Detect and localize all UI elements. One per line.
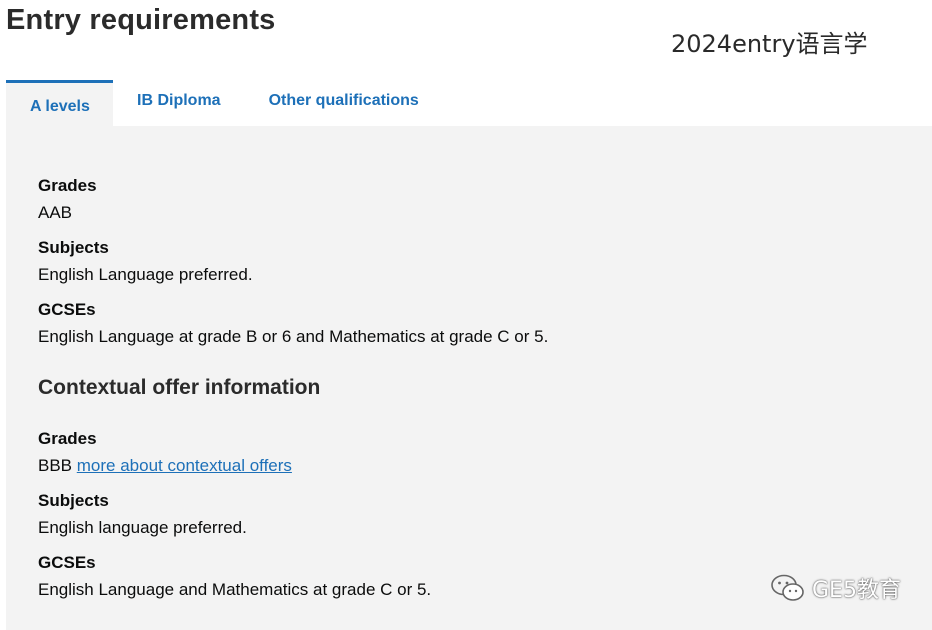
tab-ib-diploma[interactable]: IB Diploma xyxy=(137,80,221,126)
wechat-icon xyxy=(770,573,806,603)
watermark: GE5教育 xyxy=(770,572,901,604)
tab-other-qualifications[interactable]: Other qualifications xyxy=(269,80,419,126)
watermark-text: GE5教育 xyxy=(812,578,901,603)
tab-a-levels[interactable]: A levels xyxy=(6,80,113,126)
contextual-gcses-label: GCSEs xyxy=(38,553,96,572)
gcses-label: GCSEs xyxy=(38,300,96,319)
overlay-caption: 2024entry语言学 xyxy=(671,30,868,58)
contextual-offers-link[interactable]: more about contextual offers xyxy=(77,456,292,475)
subjects-value: English Language preferred. xyxy=(38,265,253,284)
contextual-gcses-value: English Language and Mathematics at grad… xyxy=(38,580,432,599)
page-title: Entry requirements xyxy=(6,4,276,36)
contextual-grades-row: BBB more about contextual offers xyxy=(38,456,292,476)
contextual-grades-value: BBB xyxy=(38,456,73,475)
contextual-grades-label: Grades xyxy=(38,429,97,448)
contextual-subjects-label: Subjects xyxy=(38,491,109,510)
subjects-label: Subjects xyxy=(38,238,109,257)
grades-label: Grades xyxy=(38,176,97,195)
contextual-subjects-value: English language preferred. xyxy=(38,518,247,537)
gcses-value: English Language at grade B or 6 and Mat… xyxy=(38,327,549,346)
qualification-tabs: A levels IB Diploma Other qualifications xyxy=(6,80,419,126)
tab-panel-a-levels: Grades AAB Subjects English Language pre… xyxy=(6,126,932,630)
grades-value: AAB xyxy=(38,203,73,222)
contextual-offer-heading: Contextual offer information xyxy=(38,376,321,399)
